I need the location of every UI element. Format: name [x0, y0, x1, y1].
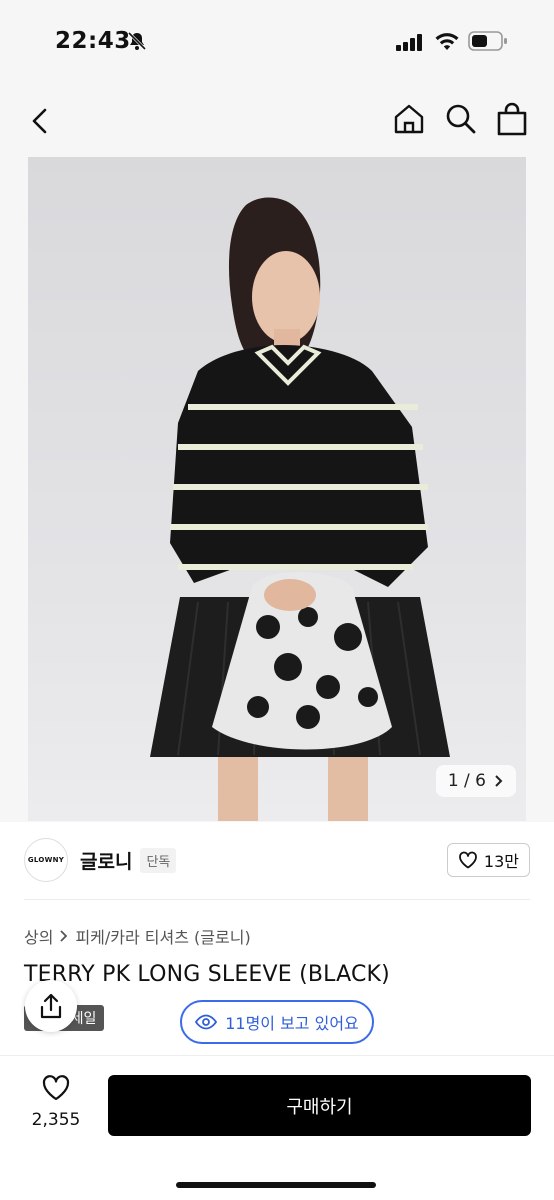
- brand-like-button[interactable]: 13만: [446, 843, 530, 877]
- bottom-action-bar: 2,355 구매하기: [0, 1055, 554, 1200]
- heart-icon: [459, 851, 477, 869]
- breadcrumb: 상의 피케/카라 티셔츠 (글로니): [24, 924, 251, 948]
- brand-like-count: 13만: [483, 852, 519, 871]
- image-counter-label: 1 / 6: [447, 771, 486, 791]
- product-title: TERRY PK LONG SLEEVE (BLACK): [24, 962, 390, 987]
- shopping-bag-icon[interactable]: [495, 101, 529, 137]
- exclusive-badge: 단독: [140, 847, 177, 873]
- home-icon[interactable]: [392, 102, 426, 136]
- brand-logo[interactable]: GLOWNY: [24, 838, 68, 882]
- chevron-right-icon: [495, 775, 503, 787]
- chevron-right-icon: [60, 930, 68, 942]
- share-button[interactable]: [25, 980, 77, 1032]
- breadcrumb-subcategory[interactable]: 피케/카라 티셔츠 (글로니): [75, 924, 250, 948]
- brand-name[interactable]: 글로니: [80, 847, 132, 874]
- battery-icon: [468, 31, 507, 51]
- product-image[interactable]: 1 / 6: [28, 157, 526, 821]
- breadcrumb-category[interactable]: 상의: [24, 924, 53, 948]
- share-icon: [40, 993, 62, 1019]
- wifi-icon: [435, 33, 459, 50]
- heart-icon: [42, 1075, 70, 1101]
- back-chevron-icon[interactable]: [26, 104, 56, 138]
- viewers-label: 11명이 보고 있어요: [225, 1014, 359, 1033]
- home-indicator: [176, 1182, 376, 1188]
- search-icon[interactable]: [444, 102, 478, 136]
- image-counter[interactable]: 1 / 6: [435, 765, 516, 797]
- cellular-signal-icon: [396, 34, 422, 51]
- wishlist-count: 2,355: [31, 1110, 81, 1130]
- status-bar: 22:43: [0, 0, 554, 84]
- buy-button[interactable]: 구매하기: [108, 1075, 531, 1136]
- divider: [24, 899, 530, 900]
- wishlist-button[interactable]: 2,355: [26, 1074, 86, 1130]
- brand-row: GLOWNY 글로니 단독 13만: [24, 838, 530, 882]
- status-time: 22:43: [55, 28, 131, 54]
- model-photo: [150, 197, 450, 821]
- top-nav: [0, 96, 554, 146]
- eye-icon: [195, 1014, 218, 1030]
- viewers-badge: 11명이 보고 있어요: [180, 1000, 374, 1044]
- bell-muted-icon: [127, 31, 147, 51]
